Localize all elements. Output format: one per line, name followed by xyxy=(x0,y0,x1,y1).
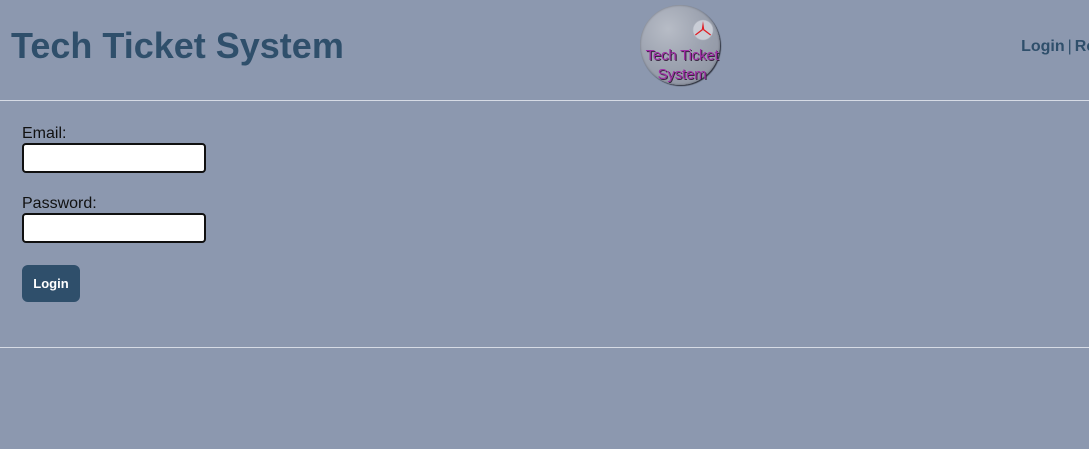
site-title: Tech Ticket System xyxy=(11,25,344,66)
login-button[interactable]: Login xyxy=(22,265,80,302)
login-form: Email: Password: Login xyxy=(0,101,1089,348)
password-label: Password: xyxy=(22,195,97,212)
red-tristar-icon xyxy=(692,19,714,41)
logo-text: Tech Ticket System xyxy=(634,46,730,84)
site-logo: Tech Ticket System xyxy=(634,4,730,90)
nav-separator: | xyxy=(1067,38,1072,55)
nav-login-link[interactable]: Login xyxy=(1021,38,1065,55)
email-label: Email: xyxy=(22,125,67,142)
email-input[interactable] xyxy=(22,143,206,173)
nav-register-link[interactable]: Reg xyxy=(1075,38,1089,55)
page: Tech Ticket System Tech Ticket System Lo… xyxy=(0,0,1089,449)
logo-text-line2: System xyxy=(657,66,707,83)
logo-text-line1: Tech Ticket xyxy=(645,47,719,64)
password-input[interactable] xyxy=(22,213,206,243)
top-nav: Login|Reg xyxy=(1021,38,1089,56)
site-header: Tech Ticket System Tech Ticket System Lo… xyxy=(0,0,1089,101)
